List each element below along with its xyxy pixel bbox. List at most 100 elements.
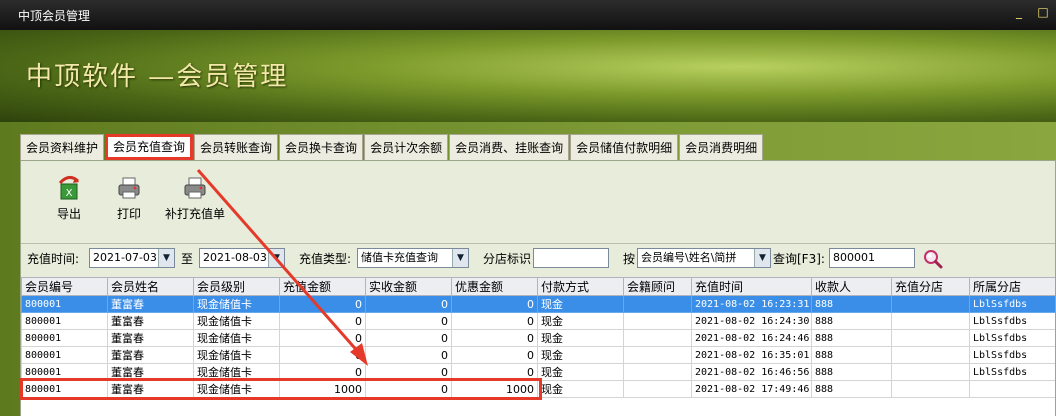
table-cell: LblSsfdbs — [969, 295, 1055, 313]
table-cell: LblSsfdbs — [969, 346, 1055, 364]
col-received-amount[interactable]: 实收金额 — [365, 277, 452, 296]
col-discount-amount[interactable]: 优惠金额 — [451, 277, 538, 296]
maximize-button[interactable]: □ — [1036, 4, 1050, 20]
tab-consumption-credit[interactable]: 会员消费、挂账查询 — [449, 134, 570, 160]
table-cell: 现金 — [537, 346, 624, 364]
table-cell: 888 — [811, 312, 892, 330]
export-button[interactable]: X 导出 — [39, 175, 99, 233]
highlighted-row-box — [20, 378, 542, 400]
col-recharge-amount[interactable]: 充值金额 — [279, 277, 366, 296]
tab-stored-value-payment[interactable]: 会员储值付款明细 — [570, 134, 679, 160]
reprint-recharge-button[interactable]: 补打充值单 — [159, 175, 231, 233]
table-cell: 2021-08-02 17:49:46 — [691, 380, 812, 398]
store-id-input[interactable] — [533, 248, 609, 268]
table-cell — [623, 346, 692, 364]
col-member-level[interactable]: 会员级别 — [193, 277, 280, 296]
table-cell: 现金 — [537, 363, 624, 381]
toolbar: X 导出 打印 补打充值单 — [21, 161, 1055, 233]
table-row[interactable]: 800001 董富春 现金储值卡 0 0 0 现金 2021-08-02 16:24:46 88… — [21, 329, 1055, 347]
tab-recharge-query[interactable]: 会员充值查询 — [105, 134, 194, 160]
table-cell: 现金储值卡 — [193, 329, 280, 347]
window-title: 中顶会员管理 — [18, 9, 91, 23]
date-to-picker[interactable]: 2021-08-03 ▼ — [199, 248, 285, 268]
chevron-down-icon[interactable]: ▼ — [268, 249, 284, 267]
table-cell: 888 — [811, 380, 892, 398]
query-label: 查询[F3]: — [773, 252, 825, 266]
table-cell: 2021-08-02 16:23:31 — [691, 295, 812, 313]
table-cell: LblSsfdbs — [969, 363, 1055, 381]
search-by-value: 会员编号\姓名\简拼 — [641, 251, 737, 264]
tab-area: 会员资料维护 会员充值查询 会员转账查询 会员换卡查询 会员计次余额 会员消费、… — [0, 122, 1056, 416]
export-label: 导出 — [56, 207, 81, 221]
table-cell: 现金储值卡 — [193, 295, 280, 313]
table-cell: LblSsfdbs — [969, 312, 1055, 330]
table-cell: 0 — [451, 312, 538, 330]
table-cell: 现金储值卡 — [193, 346, 280, 364]
chevron-down-icon[interactable]: ▼ — [158, 249, 174, 267]
search-by-select[interactable]: 会员编号\姓名\简拼 ▼ — [637, 248, 771, 268]
col-member-id[interactable]: 会员编号 — [21, 277, 108, 296]
table-cell — [891, 312, 970, 330]
tab-transfer-query[interactable]: 会员转账查询 — [194, 134, 279, 160]
table-cell — [891, 295, 970, 313]
col-cashier[interactable]: 收款人 — [811, 277, 892, 296]
table-cell: 0 — [279, 346, 366, 364]
table-cell: 800001 — [21, 295, 108, 313]
tab-member-profile[interactable]: 会员资料维护 — [20, 134, 105, 160]
title-bar: 中顶会员管理 _ □ — [0, 0, 1056, 30]
table-cell: 888 — [811, 295, 892, 313]
table-cell — [891, 380, 970, 398]
tab-consumption-detail[interactable]: 会员消费明细 — [679, 134, 764, 160]
col-home-store[interactable]: 所属分店 — [969, 277, 1055, 296]
print-button[interactable]: 打印 — [99, 175, 159, 233]
table-cell: LblSsfdbs — [969, 329, 1055, 347]
print-label: 打印 — [116, 207, 141, 221]
table-row[interactable]: 800001 董富春 现金储值卡 0 0 0 现金 2021-08-02 16:35:01 88… — [21, 346, 1055, 364]
col-advisor[interactable]: 会籍顾问 — [623, 277, 692, 296]
table-row[interactable]: 800001 董富春 现金储值卡 0 0 0 现金 2021-08-02 16:24:30 88… — [21, 312, 1055, 330]
table-cell: 888 — [811, 329, 892, 347]
query-value: 800001 — [833, 251, 875, 264]
reprint-label: 补打充值单 — [164, 207, 225, 221]
query-input[interactable]: 800001 — [829, 248, 915, 268]
tab-card-change-query[interactable]: 会员换卡查询 — [279, 134, 364, 160]
table-cell: 董富春 — [107, 329, 194, 347]
minimize-button[interactable]: _ — [1012, 4, 1026, 20]
table-cell — [891, 329, 970, 347]
date-to-value: 2021-08-03 — [203, 251, 267, 264]
table-cell — [891, 363, 970, 381]
chevron-down-icon[interactable]: ▼ — [754, 249, 770, 267]
table-cell: 现金储值卡 — [193, 312, 280, 330]
table-cell: 2021-08-02 16:24:46 — [691, 329, 812, 347]
col-recharge-store[interactable]: 充值分店 — [891, 277, 970, 296]
table-cell — [623, 312, 692, 330]
table-cell: 现金 — [537, 329, 624, 347]
recharge-type-select[interactable]: 储值卡充值查询 ▼ — [357, 248, 469, 268]
table-cell: 2021-08-02 16:24:30 — [691, 312, 812, 330]
col-payment-method[interactable]: 付款方式 — [537, 277, 624, 296]
table-cell: 800001 — [21, 312, 108, 330]
table-cell: 888 — [811, 363, 892, 381]
tab-count-balance[interactable]: 会员计次余额 — [364, 134, 449, 160]
table-cell: 800001 — [21, 346, 108, 364]
table-cell — [969, 380, 1055, 398]
to-label: 至 — [181, 252, 194, 266]
recharge-type-value: 储值卡充值查询 — [361, 251, 438, 264]
table-cell: 0 — [451, 346, 538, 364]
table-cell: 800001 — [21, 329, 108, 347]
tab-strip: 会员资料维护 会员充值查询 会员转账查询 会员换卡查询 会员计次余额 会员消费、… — [20, 134, 764, 160]
table-cell: 0 — [279, 329, 366, 347]
col-recharge-time[interactable]: 充值时间 — [691, 277, 812, 296]
table-row[interactable]: 800001 董富春 现金储值卡 0 0 0 现金 2021-08-02 16:23:31 88… — [21, 295, 1055, 313]
app-heading: 中顶软件 —会员管理 — [26, 62, 289, 92]
table-cell: 0 — [451, 295, 538, 313]
search-by-label: 按 — [623, 252, 636, 266]
search-icon[interactable] — [923, 249, 943, 269]
printer-icon — [118, 177, 140, 199]
store-id-label: 分店标识 — [483, 252, 532, 266]
table-cell: 董富春 — [107, 295, 194, 313]
date-from-picker[interactable]: 2021-07-03 ▼ — [89, 248, 175, 268]
table-header-row: 会员编号 会员姓名 会员级别 充值金额 实收金额 优惠金额 付款方式 会籍顾问 … — [21, 277, 1055, 296]
col-member-name[interactable]: 会员姓名 — [107, 277, 194, 296]
chevron-down-icon[interactable]: ▼ — [452, 249, 468, 267]
